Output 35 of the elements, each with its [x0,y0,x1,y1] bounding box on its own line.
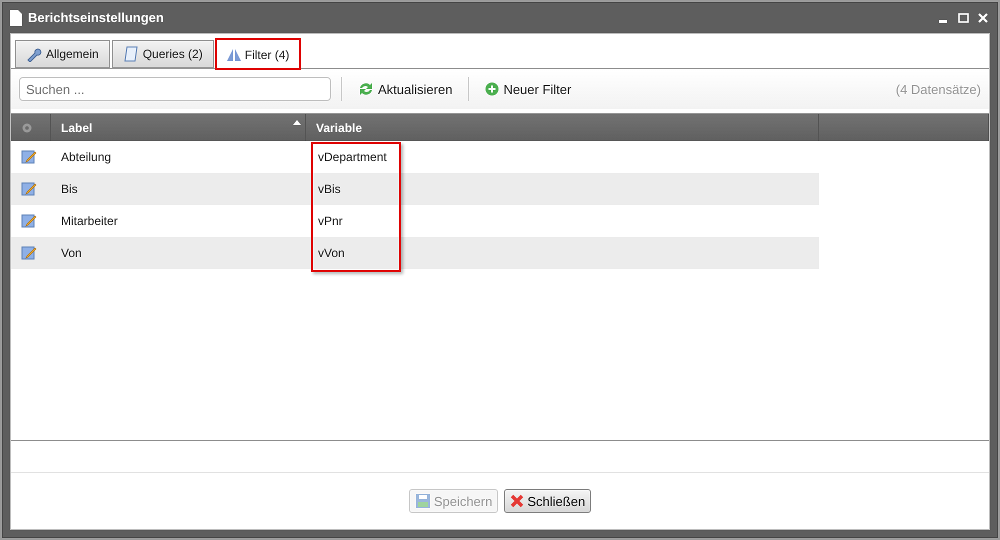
edit-icon[interactable] [21,244,37,260]
edit-icon[interactable] [21,212,37,228]
table-cell-text: vPnr [318,214,344,228]
tab[interactable]: Allgemein [15,40,110,68]
table-cell-text: Von [60,246,83,260]
filter-icon [226,48,241,60]
close-icon [510,494,524,508]
window-title: Berichtseinstellungen [28,10,165,25]
table-cell-text: Abteilung [60,150,112,164]
toolbar-button[interactable]: Neuer Filter [479,80,578,98]
settings-icon [21,122,33,134]
refresh-icon [358,81,374,97]
edit-icon[interactable] [21,180,37,196]
toolbar-button[interactable]: Aktualisieren [352,79,458,99]
table-cell-text: vVon [318,246,346,260]
tab[interactable]: Filter (4) [216,39,300,69]
add-icon [485,82,500,96]
maximize-button[interactable] [956,12,970,22]
table-cell-text: Bis [60,182,79,196]
tab[interactable]: Queries (2) [112,40,214,68]
record-count: (4 Datensätze) [896,82,981,96]
table-cell-text: vDepartment [318,150,388,164]
document-icon [10,10,22,26]
table-cell-text: vBis [318,182,342,196]
minimize-icon [939,20,947,22]
table-cell-text: Mitarbeiter [60,214,119,228]
footer-button[interactable]: Schließen [504,489,592,513]
edit-icon[interactable] [21,148,37,164]
wrench-icon [26,46,42,62]
close-button[interactable] [976,12,990,22]
close-icon [978,12,988,22]
maximize-icon [958,12,968,22]
save-icon [414,493,431,509]
search-field[interactable]: Suchen ... [19,77,331,101]
sort-icon [293,120,301,125]
